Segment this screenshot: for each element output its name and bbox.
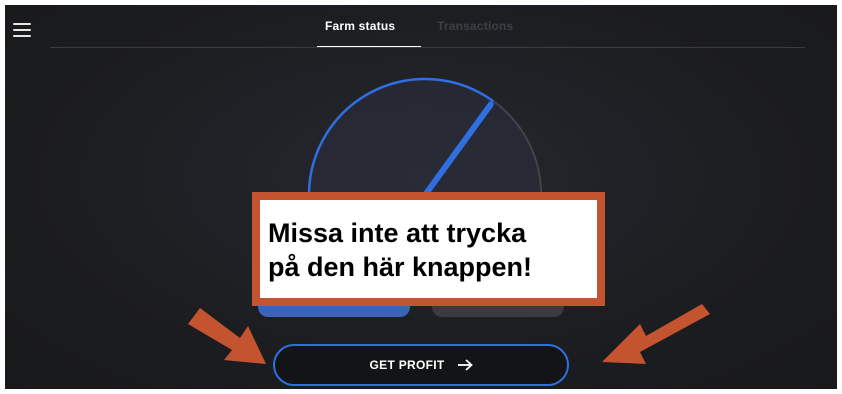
get-profit-label: GET PROFIT: [369, 358, 445, 372]
tab-bar: Farm status Transactions: [5, 5, 837, 49]
annotation-callout-inner: Missa inte att trycka på den här knappen…: [260, 200, 597, 298]
right-red-arrow-icon: [602, 304, 710, 364]
annotation-line-2: på den här knappen!: [268, 252, 533, 282]
tab-transactions[interactable]: Transactions: [437, 19, 513, 33]
left-red-arrow-icon: [188, 308, 266, 364]
farm-status-gauge: [307, 77, 542, 198]
annotation-line-1: Missa inte att trycka: [268, 218, 527, 248]
gauge-face: [309, 79, 541, 195]
annotation-callout: Missa inte att trycka på den här knappen…: [252, 192, 605, 306]
tab-divider: [50, 47, 805, 48]
arrow-right-icon: [457, 359, 473, 371]
get-profit-button[interactable]: GET PROFIT: [273, 344, 569, 386]
tab-farm-status[interactable]: Farm status: [325, 19, 395, 33]
